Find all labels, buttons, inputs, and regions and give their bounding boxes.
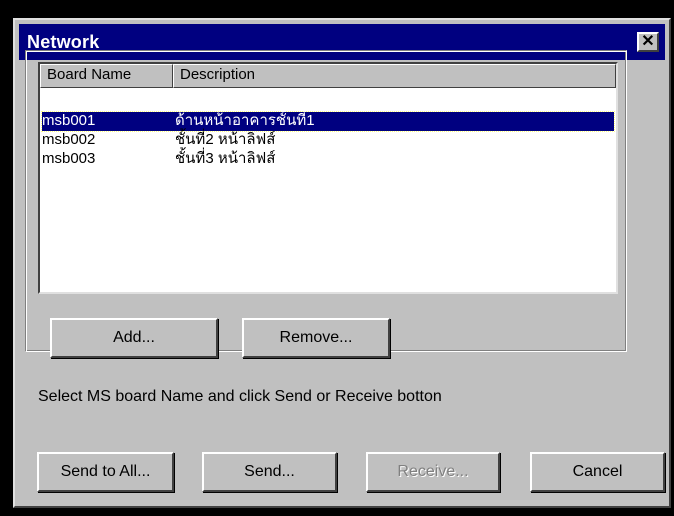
row-board-name: msb003 <box>42 150 96 167</box>
list-row-msb001[interactable]: msb001 ด้านหน้าอาคารชั้นที่1 <box>41 111 615 132</box>
send-button-label: Send... <box>244 463 295 480</box>
send-to-all-button-label: Send to All... <box>60 463 151 480</box>
cancel-button[interactable]: Cancel <box>530 452 665 492</box>
row-board-name: msb002 <box>42 131 96 148</box>
remove-button[interactable]: Remove... <box>242 318 390 358</box>
row-board-name: msb001 <box>42 112 96 129</box>
add-button[interactable]: Add... <box>50 318 218 358</box>
list-header: Board Name Description <box>40 64 616 88</box>
close-button[interactable]: ✕ <box>637 32 659 52</box>
list-row-msb003[interactable]: msb003 ชั้นที่3 หน้าลิฟส์ <box>42 150 614 169</box>
add-button-label: Add... <box>113 329 155 346</box>
column-header-board-name[interactable]: Board Name <box>40 64 173 88</box>
row-description: ชั้นที่2 หน้าลิฟส์ <box>175 131 276 148</box>
receive-button: Receive... <box>366 452 500 492</box>
send-button[interactable]: Send... <box>202 452 337 492</box>
cancel-button-label: Cancel <box>572 463 623 480</box>
remove-button-label: Remove... <box>279 329 353 346</box>
board-list[interactable]: Board Name Description msb001 ด้านหน้าอา… <box>38 62 618 294</box>
send-to-all-button[interactable]: Send to All... <box>37 452 174 492</box>
row-description: ชั้นที่3 หน้าลิฟส์ <box>175 150 276 167</box>
column-header-description[interactable]: Description <box>173 64 616 88</box>
instruction-text: Select MS board Name and click Send or R… <box>38 388 442 405</box>
row-description: ด้านหน้าอาคารชั้นที่1 <box>175 112 315 129</box>
close-icon: ✕ <box>641 33 655 50</box>
list-row-blank[interactable] <box>42 93 614 112</box>
list-row-msb002[interactable]: msb002 ชั้นที่2 หน้าลิฟส์ <box>42 131 614 150</box>
receive-button-label: Receive... <box>397 463 469 480</box>
